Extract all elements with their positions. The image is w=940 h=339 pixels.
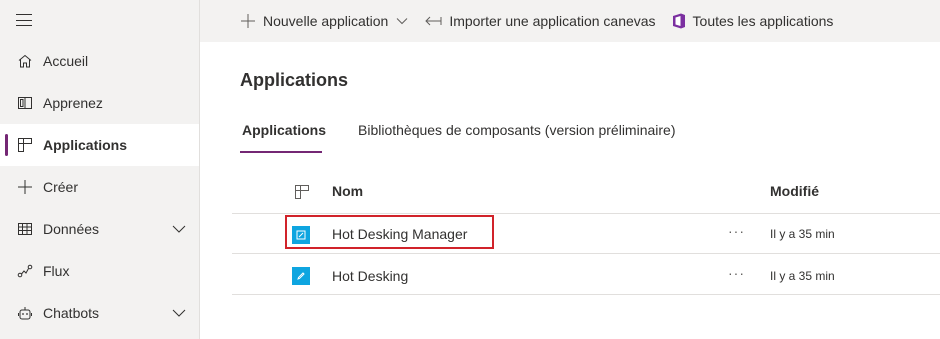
sidebar-item-label: Données (43, 221, 100, 237)
sidebar-item-chatbots[interactable]: Chatbots (0, 292, 199, 334)
plus-icon (240, 13, 256, 29)
more-options-icon[interactable]: ··· (728, 223, 745, 239)
new-app-label: Nouvelle application (263, 13, 389, 29)
apps-icon (16, 136, 34, 154)
sidebar-item-label: Applications (43, 137, 128, 153)
modified-time: Il y a 35 min (770, 227, 835, 241)
flow-icon (16, 262, 34, 280)
modified-time: Il y a 35 min (770, 269, 835, 283)
canvas-app-icon (292, 267, 310, 285)
sidebar-item-label: Chatbots (43, 305, 100, 321)
app-type-column-icon (294, 184, 310, 205)
chevron-down-icon[interactable] (396, 15, 408, 27)
canvas-app-icon (292, 226, 310, 244)
app-name-link[interactable]: Hot Desking (332, 268, 408, 284)
sidebar-item-label: Accueil (43, 53, 89, 69)
app-name-link[interactable]: Hot Desking Manager (332, 226, 467, 242)
left-nav: Accueil Apprenez Applications Créer Donn… (0, 0, 200, 339)
sidebar-item-accueil[interactable]: Accueil (0, 40, 199, 82)
plus-icon (16, 178, 34, 196)
chevron-down-icon[interactable] (172, 222, 186, 241)
import-canvas-label: Importer une application canevas (449, 13, 656, 29)
command-bar: Nouvelle application Importer une applic… (200, 0, 940, 42)
office-icon (672, 13, 686, 29)
sidebar-item-label: Créer (43, 179, 79, 195)
hamburger-menu-icon[interactable] (14, 12, 34, 28)
all-apps-label: Toutes les applications (692, 13, 834, 29)
sidebar-item-applications[interactable]: Applications (0, 124, 199, 166)
import-canvas-button[interactable]: Importer une application canevas (424, 0, 656, 42)
chevron-down-icon[interactable] (172, 306, 186, 325)
home-icon (16, 52, 34, 70)
tab-applications[interactable]: Applications (242, 122, 326, 138)
column-header-modified[interactable]: Modifié (770, 183, 819, 199)
bot-icon (16, 304, 34, 322)
sidebar-item-creer[interactable]: Créer (0, 166, 199, 208)
sidebar-item-flux[interactable]: Flux (0, 250, 199, 292)
tab-component-libraries[interactable]: Bibliothèques de composants (version pré… (358, 122, 676, 138)
book-icon (16, 94, 34, 112)
sidebar-item-donnees[interactable]: Données (0, 208, 199, 250)
table-row[interactable]: Hot Desking ··· Il y a 35 min (232, 255, 940, 295)
active-tab-indicator (240, 151, 322, 153)
sidebar-item-apprenez[interactable]: Apprenez (0, 82, 199, 124)
page-title: Applications (240, 70, 349, 90)
grid-header: Nom Modifié (232, 170, 940, 214)
more-options-icon[interactable]: ··· (728, 265, 745, 281)
sidebar-item-label: Apprenez (43, 95, 103, 111)
import-arrow-icon (424, 14, 442, 28)
table-row[interactable]: Hot Desking Manager ··· Il y a 35 min (232, 214, 940, 254)
new-app-button[interactable]: Nouvelle application (240, 0, 408, 42)
sidebar-item-label: Flux (43, 263, 70, 279)
all-apps-button[interactable]: Toutes les applications (672, 0, 834, 42)
column-header-name[interactable]: Nom (332, 183, 363, 199)
table-icon (16, 220, 34, 238)
